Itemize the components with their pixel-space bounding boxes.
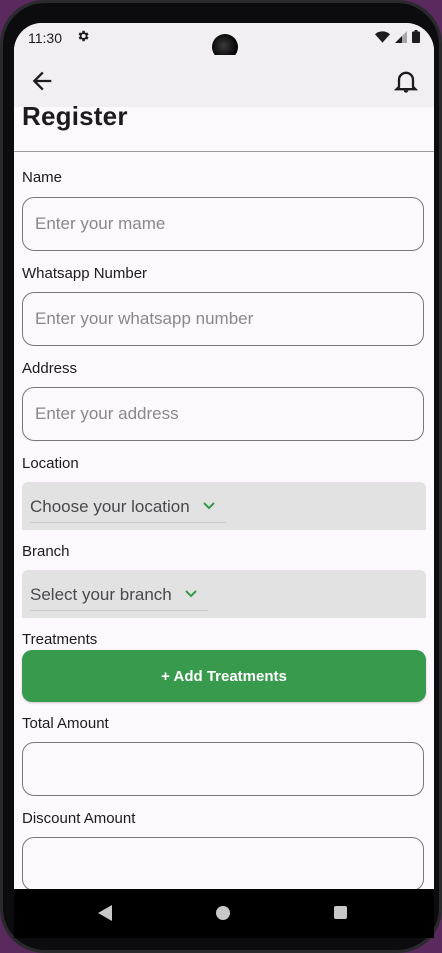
nav-back-icon[interactable] — [98, 905, 114, 926]
discount-amount-field[interactable] — [22, 837, 424, 891]
phone-bezel: 11:30 Register Name Enter your mame What… — [3, 3, 439, 950]
branch-value: Select your branch — [30, 585, 172, 604]
name-label: Name — [22, 169, 63, 186]
screen: 11:30 Register Name Enter your mame What… — [14, 23, 434, 938]
bell-icon — [392, 71, 420, 99]
nav-recents-icon[interactable] — [334, 906, 347, 919]
add-treatments-button[interactable]: + Add Treatments — [22, 650, 426, 702]
notifications-button[interactable] — [392, 67, 420, 95]
whatsapp-label: Whatsapp Number — [22, 265, 148, 282]
location-value: Choose your location — [30, 497, 190, 516]
app-bar — [14, 55, 434, 107]
address-placeholder: Enter your address — [35, 404, 179, 423]
name-placeholder: Enter your mame — [35, 214, 166, 233]
branch-dropdown-container: Select your branch — [22, 570, 426, 618]
branch-label: Branch — [22, 543, 70, 560]
branch-dropdown[interactable]: Select your branch — [30, 580, 208, 611]
whatsapp-field[interactable]: Enter your whatsapp number — [22, 292, 424, 346]
system-nav-bar — [14, 889, 434, 938]
arrow-left-icon — [28, 71, 56, 99]
title-divider — [14, 151, 434, 152]
gear-icon — [76, 29, 90, 46]
name-field[interactable]: Enter your mame — [22, 197, 424, 251]
chevron-down-icon — [184, 586, 198, 604]
status-icons — [375, 30, 420, 48]
address-field[interactable]: Enter your address — [22, 387, 424, 441]
treatments-label: Treatments — [22, 631, 98, 648]
nav-home-icon[interactable] — [216, 906, 230, 920]
location-label: Location — [22, 455, 79, 472]
discount-amount-label: Discount Amount — [22, 810, 136, 827]
phone-frame: 11:30 Register Name Enter your mame What… — [0, 0, 442, 953]
status-time: 11:30 — [28, 30, 62, 46]
location-dropdown-container: Choose your location — [22, 482, 426, 530]
total-amount-label: Total Amount — [22, 715, 109, 732]
location-dropdown[interactable]: Choose your location — [30, 492, 226, 523]
status-bar: 11:30 — [14, 23, 434, 60]
page-title: Register — [22, 101, 128, 131]
wifi-icon — [375, 30, 390, 48]
total-amount-field[interactable] — [22, 742, 424, 796]
address-label: Address — [22, 360, 78, 377]
signal-icon — [395, 30, 407, 48]
back-button[interactable] — [28, 67, 56, 95]
battery-icon — [412, 30, 420, 48]
whatsapp-placeholder: Enter your whatsapp number — [35, 309, 254, 328]
chevron-down-icon — [202, 498, 216, 516]
